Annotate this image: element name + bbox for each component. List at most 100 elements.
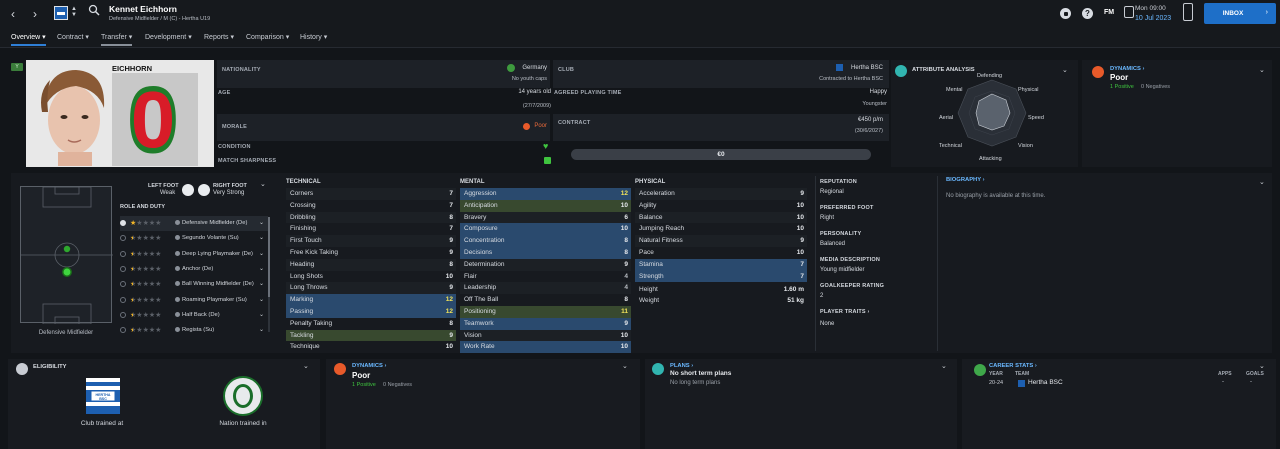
analysis-chevron-icon[interactable]: ⌄ — [1062, 66, 1068, 74]
roles-scrollbar[interactable] — [268, 217, 270, 332]
technical-attribute-row[interactable]: Free Kick Taking 9 — [286, 247, 456, 259]
career-team[interactable]: Hertha BSC — [1028, 379, 1063, 386]
role-row[interactable]: ★★★★★ Defensive Midfielder (De) ⌄ — [120, 216, 268, 231]
tab-contract[interactable]: Contract ▾ — [57, 33, 89, 41]
technical-attribute-row[interactable]: Technique 10 — [286, 341, 456, 353]
physical-attribute-row[interactable]: Agility 10 — [635, 200, 807, 212]
mental-attribute-row[interactable]: Concentration 8 — [460, 235, 631, 247]
mental-attribute-row[interactable]: Determination 9 — [460, 258, 631, 271]
role-chevron-icon[interactable]: ⌄ — [259, 296, 264, 303]
help-icon[interactable]: ? — [1082, 8, 1093, 19]
role-info-icon[interactable] — [175, 265, 180, 271]
role-row[interactable]: ★★★★★ Regista (Su) ⌄ — [120, 323, 268, 338]
role-chevron-icon[interactable]: ⌄ — [259, 280, 264, 287]
dynamics-bottom-title[interactable]: DYNAMICS › — [352, 363, 386, 369]
role-row[interactable]: ★★★★★ Anchor (De) ⌄ — [120, 262, 268, 277]
physical-attribute-row[interactable]: Pace 10 — [635, 247, 807, 259]
dynamics-bottom-chevron-icon[interactable]: ⌄ — [622, 362, 628, 370]
tab-development[interactable]: Development ▾ — [145, 33, 192, 41]
role-row[interactable]: ★★★★★ Ball Winning Midfielder (De) ⌄ — [120, 277, 268, 292]
player-traits-link[interactable]: PLAYER TRAITS › — [820, 309, 870, 315]
role-chevron-icon[interactable]: ⌄ — [259, 234, 264, 241]
role-radio[interactable] — [120, 311, 126, 318]
technical-attribute-row[interactable]: Marking 12 — [286, 294, 456, 306]
dynamics-top-title[interactable]: DYNAMICS › — [1110, 66, 1144, 72]
technical-attribute-row[interactable]: Corners 7 — [286, 188, 456, 200]
role-row[interactable]: ★★★★★ Roaming Playmaker (Su) ⌄ — [120, 293, 268, 308]
football-icon[interactable] — [1060, 8, 1071, 19]
role-radio[interactable] — [120, 296, 126, 303]
technical-attribute-row[interactable]: Long Shots 10 — [286, 271, 456, 283]
technical-attribute-row[interactable]: Tackling 9 — [286, 329, 456, 342]
role-radio[interactable] — [120, 265, 126, 272]
continue-phone-icon[interactable] — [1183, 3, 1193, 21]
physical-attribute-row[interactable]: Strength 7 — [635, 270, 807, 283]
mental-attribute-row[interactable]: Leadership 4 — [460, 282, 631, 295]
mental-attribute-row[interactable]: Anticipation 10 — [460, 199, 631, 212]
technical-attribute-row[interactable]: Finishing 7 — [286, 223, 456, 235]
technical-attribute-row[interactable]: Long Throws 9 — [286, 282, 456, 295]
mental-attribute-row[interactable]: Vision 10 — [460, 329, 631, 342]
role-row[interactable]: ★★★★★ Half Back (De) ⌄ — [120, 308, 268, 323]
tab-overview[interactable]: Overview ▾ — [11, 33, 46, 46]
tab-comparison[interactable]: Comparison ▾ — [246, 33, 289, 41]
role-info-icon[interactable] — [175, 327, 180, 333]
technical-attribute-row[interactable]: Crossing 7 — [286, 200, 456, 212]
mental-attribute-row[interactable]: Flair 4 — [460, 271, 631, 283]
club-value[interactable]: Hertha BSC — [760, 65, 883, 71]
dfb-crest-icon[interactable] — [223, 376, 263, 416]
mental-attribute-row[interactable]: Aggression 12 — [460, 188, 631, 200]
career-stats-chevron-icon[interactable]: ⌄ — [1259, 362, 1265, 370]
role-radio[interactable] — [120, 281, 126, 288]
hertha-crest-icon[interactable]: HERTHA BSC — [84, 376, 122, 416]
role-info-icon[interactable] — [175, 296, 180, 302]
career-stats-title[interactable]: CAREER STATS › — [989, 363, 1037, 369]
club-crest-icon[interactable] — [54, 6, 68, 20]
dynamics-top-chevron-icon[interactable]: ⌄ — [1259, 66, 1265, 74]
technical-attribute-row[interactable]: Heading 8 — [286, 258, 456, 271]
physical-attribute-row[interactable]: Jumping Reach 10 — [635, 223, 807, 235]
role-info-icon[interactable] — [175, 311, 180, 317]
tab-history[interactable]: History ▾ — [300, 33, 327, 41]
role-chevron-icon[interactable]: ⌄ — [259, 311, 264, 318]
plans-chevron-icon[interactable]: ⌄ — [941, 362, 947, 370]
technical-attribute-row[interactable]: Passing 12 — [286, 306, 456, 318]
biography-link[interactable]: BIOGRAPHY › — [946, 177, 985, 183]
calendar-icon[interactable] — [1124, 6, 1134, 18]
role-radio[interactable] — [120, 250, 126, 257]
role-radio[interactable] — [120, 235, 126, 242]
mental-attribute-row[interactable]: Bravery 6 — [460, 211, 631, 224]
role-radio[interactable] — [120, 327, 126, 334]
physical-attribute-row[interactable]: Acceleration 9 — [635, 188, 807, 200]
back-arrow-icon[interactable]: ‹ — [6, 6, 20, 22]
plans-title[interactable]: PLANS › — [670, 363, 693, 369]
role-row[interactable]: ★★★★★ Segundo Volante (Su) ⌄ — [120, 231, 268, 246]
mental-attribute-row[interactable]: Off The Ball 8 — [460, 294, 631, 306]
role-chevron-icon[interactable]: ⌄ — [259, 326, 264, 333]
search-icon[interactable] — [88, 4, 100, 16]
role-info-icon[interactable] — [175, 250, 180, 256]
inbox-button[interactable]: INBOX › — [1204, 3, 1276, 24]
role-chevron-icon[interactable]: ⌄ — [259, 250, 264, 257]
role-info-icon[interactable] — [175, 220, 180, 225]
morale-value[interactable]: Poor — [490, 123, 547, 129]
mental-attribute-row[interactable]: Teamwork 9 — [460, 317, 631, 330]
physical-attribute-row[interactable]: Balance 10 — [635, 211, 807, 224]
technical-attribute-row[interactable]: Dribbling 8 — [286, 211, 456, 224]
role-chevron-icon[interactable]: ⌄ — [259, 219, 264, 226]
role-info-icon[interactable] — [175, 281, 180, 287]
tab-transfer[interactable]: Transfer ▾ — [101, 33, 133, 46]
eligibility-chevron-icon[interactable]: ⌄ — [303, 362, 309, 370]
biography-chevron-icon[interactable]: ⌄ — [1259, 178, 1265, 186]
club-switch-chevrons-icon[interactable]: ▲ ▼ — [71, 6, 77, 18]
pitch-diagram[interactable] — [20, 186, 113, 325]
role-info-icon[interactable] — [175, 235, 180, 241]
role-chevron-icon[interactable]: ⌄ — [259, 265, 264, 272]
feet-chevron-icon[interactable]: ⌄ — [260, 180, 266, 188]
role-radio[interactable] — [120, 220, 126, 226]
mental-attribute-row[interactable]: Decisions 8 — [460, 247, 631, 259]
physical-attribute-row[interactable]: Stamina 7 — [635, 258, 807, 271]
mental-attribute-row[interactable]: Work Rate 10 — [460, 341, 631, 354]
forward-arrow-icon[interactable]: › — [28, 6, 42, 22]
mental-attribute-row[interactable]: Composure 10 — [460, 223, 631, 236]
